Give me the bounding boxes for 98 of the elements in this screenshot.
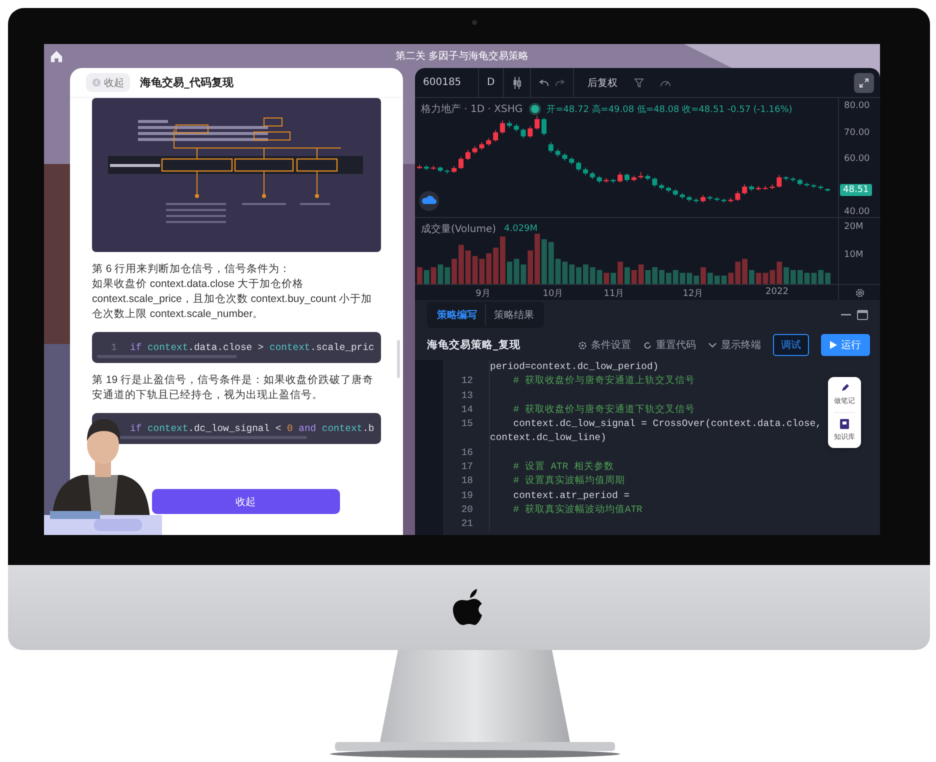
candles-icon[interactable]	[512, 76, 522, 88]
candlestick	[528, 126, 533, 138]
volume-tick: 20M	[844, 222, 864, 232]
bar	[430, 267, 436, 284]
collapse-button[interactable]: 收起	[152, 489, 340, 514]
lesson-title: 第二关 多因子与海龟交易策略	[395, 50, 529, 63]
toolbar-action[interactable]: 条件设置	[578, 338, 631, 352]
price-tick: 80.00	[844, 101, 870, 112]
ohlc-values: 开=48.72 高=49.08 低=48.08 收=48.51 -0.57 (-1.16%)	[546, 104, 792, 116]
candlestick	[742, 184, 748, 195]
code-line: period=context.dc_low_period)	[489, 360, 874, 374]
book-icon	[840, 419, 849, 429]
code-line: context.atr_period =	[489, 488, 874, 503]
bar	[417, 267, 422, 284]
date-label: 11月	[604, 288, 624, 300]
line-number: 20	[460, 502, 473, 517]
symbol-field[interactable]: 600185	[423, 77, 462, 88]
candlestick	[542, 117, 546, 136]
candlestick	[534, 115, 540, 130]
price-tick: 60.00	[844, 154, 870, 164]
instrument-label: 格力地产 · 1D · XSHG	[421, 102, 523, 116]
bar	[700, 267, 706, 284]
line-number: 16	[460, 446, 473, 460]
line-number: 13	[460, 388, 473, 403]
code-comment: # 设置 ATR 相关参数	[489, 460, 874, 474]
minimize-icon[interactable]	[841, 314, 851, 316]
candlestick	[576, 161, 582, 172]
bar	[749, 270, 754, 284]
explanation-text: 第 6 行用来判断加仓信号，信号条件为：	[92, 262, 292, 277]
chevron-down-icon	[708, 342, 717, 348]
candlestick	[465, 149, 470, 161]
explanation-text: 如果收盘价 context.data.close 大于加仓价格 context.scale_price，且加仓次数 context.buy_count 小于加仓次数上限 context.scale_number。	[92, 277, 373, 322]
play-icon	[830, 341, 837, 349]
editor-tab[interactable]: 策略结果	[486, 304, 542, 326]
gauge-icon[interactable]	[660, 78, 671, 87]
home-icon[interactable]	[50, 50, 63, 63]
line-number: 15	[460, 417, 473, 432]
line-number: 19	[460, 488, 473, 503]
candlestick	[618, 172, 623, 183]
toolbar-action[interactable]: 显示终端	[708, 338, 761, 352]
collapse-icon	[92, 78, 101, 87]
candlestick	[520, 128, 526, 139]
pen-icon	[840, 383, 850, 393]
bar	[424, 270, 430, 284]
volume-tick: 10M	[844, 250, 864, 260]
candlestick	[500, 120, 505, 134]
camera-icon	[472, 20, 477, 25]
date-label: 12月	[682, 288, 704, 300]
collapse-button[interactable]: 收起	[86, 73, 130, 92]
line-number: 1	[111, 342, 118, 353]
date-label: 10月	[542, 288, 564, 300]
scrollbar-thumb[interactable]	[397, 340, 400, 378]
line-number: 14	[460, 402, 473, 417]
cloud-button[interactable]	[419, 191, 439, 211]
candlestick	[652, 176, 658, 188]
price-tick: 70.00	[844, 128, 870, 138]
expand-icon	[859, 78, 869, 88]
bar	[618, 262, 623, 284]
run-button[interactable]: 运行	[821, 334, 870, 356]
window-icon[interactable]	[857, 310, 868, 320]
status-dot	[530, 105, 539, 113]
candlestick	[493, 130, 498, 142]
date-label: 2022	[766, 287, 788, 297]
candlestick	[548, 142, 554, 154]
bar	[624, 267, 630, 284]
interval-button[interactable]: D	[487, 77, 495, 88]
code-line: if context.data.close > context.scale_pric	[130, 342, 374, 353]
adjust-button[interactable]: 后复权	[588, 76, 618, 90]
settings-icon[interactable]	[854, 288, 864, 298]
date-label: 9月	[476, 288, 490, 300]
filter-icon[interactable]	[634, 78, 644, 88]
volume-label: 成交量(Volume)	[421, 222, 496, 236]
toolbar-action[interactable]: 重置代码	[643, 338, 696, 352]
bar	[520, 264, 526, 284]
refresh-icon	[643, 340, 652, 350]
last-price-tag: 48.51	[840, 184, 872, 196]
line-number: 21	[460, 517, 473, 532]
expand-button[interactable]	[854, 72, 874, 92]
line-number: 12	[460, 374, 473, 388]
volume-value: 4.029M	[504, 224, 538, 234]
price-tick: 40.00	[844, 207, 870, 218]
undo-icon[interactable]	[538, 78, 549, 86]
code-comment: # 获取真实波幅波动均值ATR	[489, 502, 874, 518]
candlestick	[458, 156, 464, 170]
candlestick	[776, 174, 782, 188]
debug-button[interactable]: 调试	[773, 334, 809, 356]
explanation-text: 第 19 行是止盈信号，信号条件是：如果收盘价跌破了唐奇安通道的下轨且已经持仓，视为出现止盈信号。	[92, 373, 375, 403]
panel-title: 海龟交易_代码复现	[140, 75, 234, 90]
candlestick	[735, 190, 740, 202]
bar	[610, 272, 616, 284]
code-comment: # 设置真实波幅均值周期	[489, 474, 874, 489]
line-number: 17	[460, 460, 473, 474]
code-line: if context.dc_low_signal < 0 and context.b	[130, 423, 374, 434]
bar	[604, 272, 610, 284]
strategy-title: 海龟交易策略_复现	[427, 338, 520, 352]
editor-tab[interactable]: 策略编写	[429, 304, 486, 326]
gear-icon	[578, 340, 587, 350]
line-number: 18	[460, 474, 473, 488]
